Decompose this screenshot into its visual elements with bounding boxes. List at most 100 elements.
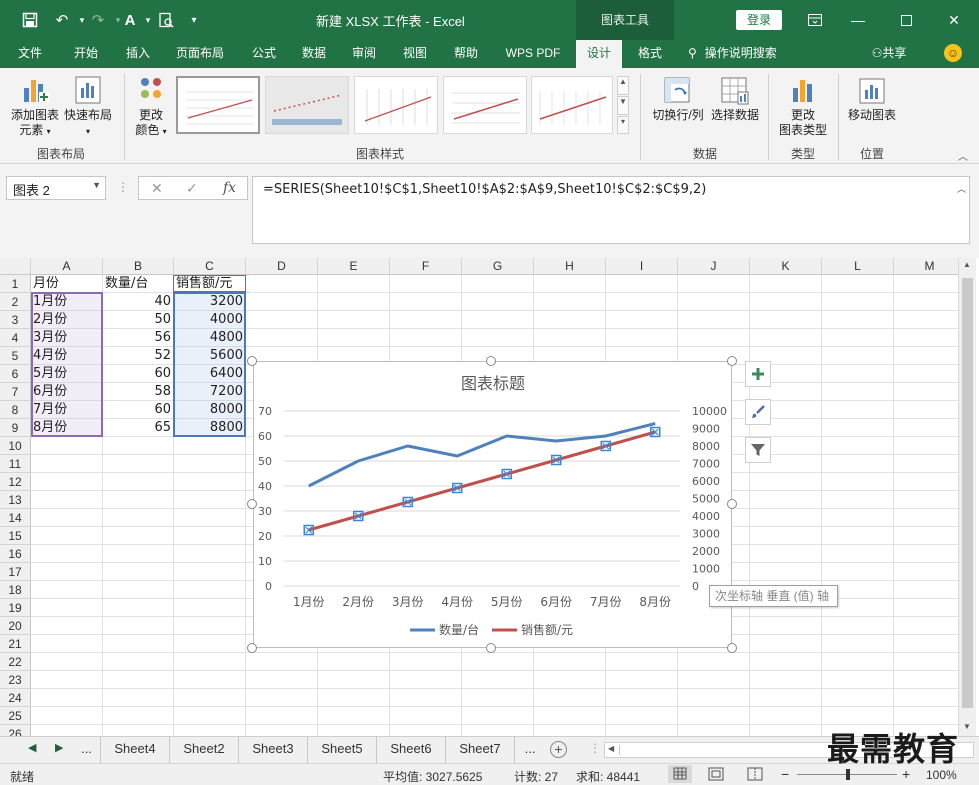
tab-design[interactable]: 设计 [576,40,622,68]
row-header-14[interactable]: 14 [0,509,31,527]
change-colors-button[interactable]: 更改 颜色 ▾ [130,74,172,139]
resize-handle-tl[interactable] [247,356,257,366]
resize-handle-br[interactable] [727,643,737,653]
row-header-22[interactable]: 22 [0,653,31,671]
change-chart-type-button[interactable]: 更改 图表类型 [774,74,832,138]
column-header-m[interactable]: M [894,258,966,275]
cell-c9[interactable]: 8800 [174,419,246,437]
column-header-k[interactable]: K [750,258,822,275]
resize-handle-mr[interactable] [727,499,737,509]
cell-b7[interactable]: 58 [103,383,174,401]
row-header-3[interactable]: 3 [0,311,31,329]
close-icon[interactable]: ✕ [942,8,966,32]
gallery-more-icon[interactable]: ▾ [617,116,629,134]
move-chart-button[interactable]: 移动图表 [844,76,900,123]
tab-help[interactable]: 帮助 [442,40,490,68]
cell-a6[interactable]: 5月份 [31,365,103,383]
gallery-scroll-up-icon[interactable]: ▲ [617,76,629,95]
cell-c2[interactable]: 3200 [174,293,246,311]
add-chart-element-button[interactable]: 添加图表 元素 ▾ [8,74,62,139]
zoom-level[interactable]: 100% [926,768,957,782]
print-preview-icon[interactable] [154,8,178,32]
row-header-7[interactable]: 7 [0,383,31,401]
row-header-25[interactable]: 25 [0,707,31,725]
row-header-18[interactable]: 18 [0,581,31,599]
customize-qat-icon[interactable]: ▾ [182,8,206,32]
y2-axis-tick-label[interactable]: 0 [692,580,699,593]
chart-style-5[interactable] [531,76,613,134]
sheet-tab-sheet7[interactable]: Sheet7 [446,737,515,763]
chevron-down-icon[interactable]: ▼ [92,180,101,190]
tab-data[interactable]: 数据 [290,40,338,68]
maximize-icon[interactable] [894,8,918,32]
page-layout-view-icon[interactable] [708,767,724,784]
insert-function-icon[interactable]: fx [223,180,236,196]
sheet-tab-sheet4[interactable]: Sheet4 [101,737,170,763]
y2-axis-tick-label[interactable]: 9000 [692,423,720,436]
vertical-scrollbar[interactable]: ▲ ▼ [958,258,976,736]
select-data-button[interactable]: 选择数据 [708,76,762,123]
column-header-f[interactable]: F [390,258,462,275]
normal-view-icon[interactable] [668,765,692,783]
chart-elements-button[interactable] [745,361,771,387]
cell-b1[interactable]: 数量/台 [103,275,173,293]
row-header-4[interactable]: 4 [0,329,31,347]
y2-axis-tick-label[interactable]: 7000 [692,458,720,471]
cell-a4[interactable]: 3月份 [31,329,103,347]
row-header-19[interactable]: 19 [0,599,31,617]
cell-b8[interactable]: 60 [103,401,174,419]
sheet-tab-sheet2[interactable]: Sheet2 [170,737,239,763]
cancel-icon[interactable]: ✕ [151,180,163,197]
zoom-out-icon[interactable]: − [781,766,789,782]
cell-c4[interactable]: 4800 [174,329,246,347]
cell-b5[interactable]: 52 [103,347,174,365]
vertical-scroll-thumb[interactable] [962,278,973,708]
add-sheet-icon[interactable]: + [550,741,567,758]
login-button[interactable]: 登录 [736,10,782,30]
cell-c5[interactable]: 5600 [174,347,246,365]
column-header-l[interactable]: L [822,258,894,275]
chart-style-4[interactable] [443,76,527,134]
chart-style-1[interactable] [176,76,260,134]
row-header-15[interactable]: 15 [0,527,31,545]
resize-handle-tr[interactable] [727,356,737,366]
expand-formula-icon[interactable]: ︿ [957,182,966,195]
column-header-h[interactable]: H [534,258,606,275]
ribbon-display-icon[interactable] [803,8,827,32]
gallery-scroll-down-icon[interactable]: ▼ [617,96,629,115]
row-header-9[interactable]: 9 [0,419,31,437]
row-header-2[interactable]: 2 [0,293,31,311]
scroll-up-icon[interactable]: ▲ [963,260,971,269]
cell-c3[interactable]: 4000 [174,311,246,329]
cell-b3[interactable]: 50 [103,311,174,329]
row-header-5[interactable]: 5 [0,347,31,365]
page-break-view-icon[interactable] [747,767,763,784]
cell-c1[interactable]: 销售额/元 [174,275,246,293]
row-header-6[interactable]: 6 [0,365,31,383]
row-header-20[interactable]: 20 [0,617,31,635]
tab-wps-pdf[interactable]: WPS PDF [498,40,568,68]
y2-axis-tick-label[interactable]: 5000 [692,493,720,506]
chart-style-2[interactable] [265,76,349,134]
collapse-ribbon-icon[interactable]: ︿ [958,148,968,163]
row-header-16[interactable]: 16 [0,545,31,563]
tab-page-layout[interactable]: 页面布局 [168,40,232,68]
tell-me-search[interactable]: ⚲ 操作说明搜索 [688,40,798,68]
feedback-smiley-icon[interactable]: ☺ [944,44,962,62]
cell-a3[interactable]: 2月份 [31,311,103,329]
row-header-17[interactable]: 17 [0,563,31,581]
row-header-12[interactable]: 12 [0,473,31,491]
tab-insert[interactable]: 插入 [114,40,162,68]
tab-home[interactable]: 开始 [62,40,110,68]
y2-axis-tick-label[interactable]: 1000 [692,563,720,576]
y2-axis-tick-label[interactable]: 2000 [692,545,720,558]
cell-a7[interactable]: 6月份 [31,383,103,401]
cell-b9[interactable]: 65 [103,419,174,437]
cell-a5[interactable]: 4月份 [31,347,103,365]
quick-layout-button[interactable]: 快速布局 ▾ [63,74,113,139]
legend-label-1[interactable]: 数量/台 [439,622,479,637]
switch-row-column-button[interactable]: 切换行/列 [648,76,708,123]
cell-b2[interactable]: 40 [103,293,174,311]
sheet-tab-sheet5[interactable]: Sheet5 [308,737,377,763]
row-header-26[interactable]: 26 [0,725,31,736]
